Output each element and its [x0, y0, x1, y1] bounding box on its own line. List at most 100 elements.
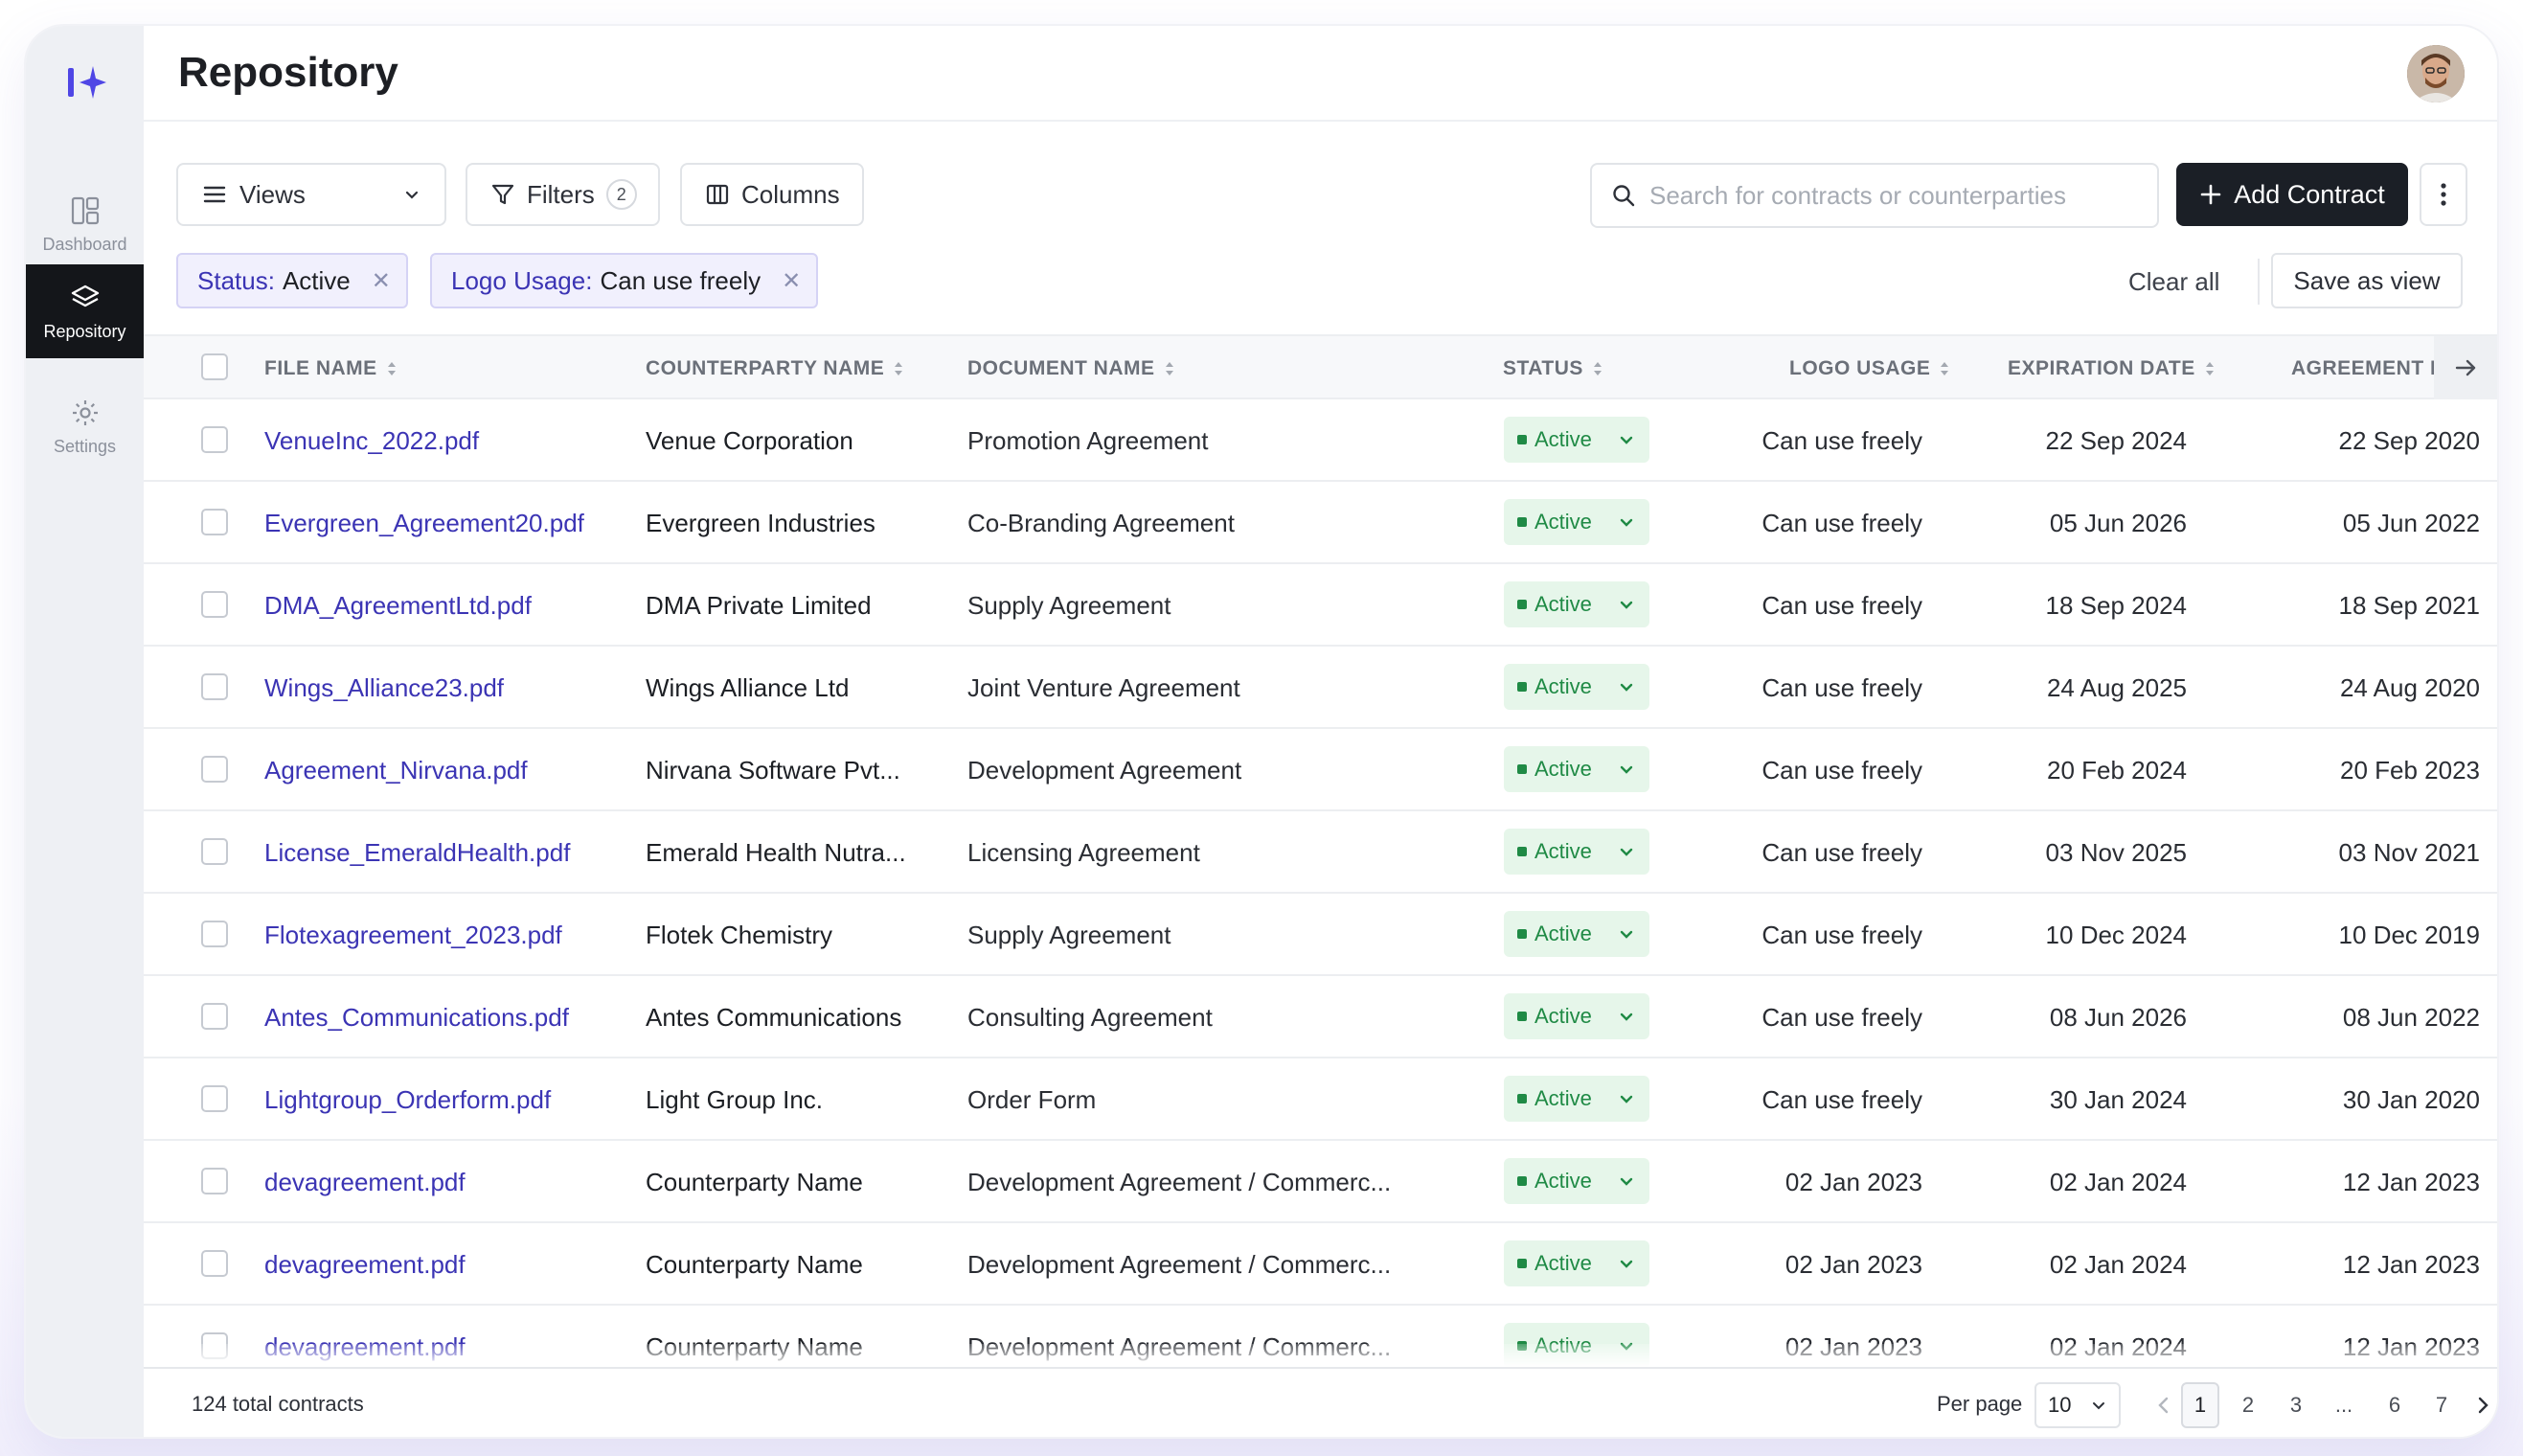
table-row[interactable]: Wings_Alliance23.pdf Wings Alliance Ltd Jo… [144, 647, 2497, 729]
counterparty-name: Evergreen Industries [646, 509, 875, 537]
status-dropdown[interactable]: Active [1504, 1240, 1649, 1286]
prev-page-button[interactable] [2145, 1382, 2183, 1428]
table-row[interactable]: Antes_Communications.pdf Antes Communicat… [144, 976, 2497, 1058]
status-dropdown[interactable]: Active [1504, 746, 1649, 792]
table-row[interactable]: Lightgroup_Orderform.pdf Light Group Inc.… [144, 1058, 2497, 1141]
status-dropdown[interactable]: Active [1504, 911, 1649, 957]
filters-button[interactable]: Filters 2 [466, 163, 660, 226]
chevron-down-icon [1620, 765, 1633, 774]
page-button[interactable]: 6 [2375, 1382, 2414, 1428]
table-row[interactable]: Flotexagreement_2023.pdf Flotek Chemistry… [144, 894, 2497, 976]
row-checkbox[interactable] [201, 1003, 228, 1030]
counterparty-name: Antes Communications [646, 1003, 902, 1032]
row-checkbox[interactable] [201, 509, 228, 535]
search-input[interactable] [1649, 180, 2148, 211]
file-name-link[interactable]: Lightgroup_Orderform.pdf [264, 1085, 551, 1115]
scroll-right-button[interactable] [2434, 336, 2497, 399]
status-dot [1517, 682, 1527, 692]
file-name-link[interactable]: devagreement.pdf [264, 1250, 466, 1280]
chevron-down-icon [1620, 1095, 1633, 1103]
file-name-link[interactable]: DMA_AgreementLtd.pdf [264, 591, 532, 621]
save-as-view-button[interactable]: Save as view [2271, 253, 2463, 308]
column-header-counterparty-name[interactable]: COUNTERPARTY NAME [646, 357, 903, 380]
file-name-link[interactable]: Wings_Alliance23.pdf [264, 673, 504, 703]
counterparty-name: Nirvana Software Pvt... [646, 756, 900, 785]
sidebar-item-dashboard[interactable]: Dashboard [26, 177, 144, 271]
table-row[interactable]: Evergreen_Agreement20.pdf Evergreen Indus… [144, 482, 2497, 564]
file-name-link[interactable]: devagreement.pdf [264, 1168, 466, 1197]
per-page-select[interactable]: 10 [2034, 1382, 2121, 1428]
logo-usage: Can use freely [1762, 426, 1922, 455]
status-dropdown[interactable]: Active [1504, 499, 1649, 545]
row-checkbox[interactable] [201, 921, 228, 947]
status-dropdown[interactable]: Active [1504, 829, 1649, 875]
row-checkbox[interactable] [201, 591, 228, 618]
columns-icon [706, 184, 729, 205]
sidebar-item-repository[interactable]: Repository [26, 264, 144, 358]
file-name-link[interactable]: License_EmeraldHealth.pdf [264, 838, 570, 868]
file-name-link[interactable]: Flotexagreement_2023.pdf [264, 921, 562, 950]
table-row[interactable]: devagreement.pdf Counterparty Name Develop… [144, 1223, 2497, 1306]
row-checkbox[interactable] [201, 1085, 228, 1112]
page-button[interactable]: 7 [2422, 1382, 2461, 1428]
column-header-expiration-date[interactable]: EXPIRATION DATE [2008, 357, 2215, 380]
select-all-checkbox[interactable] [201, 353, 228, 380]
sort-icon [895, 362, 903, 375]
agreement-date: 22 Sep 2020 [2338, 426, 2480, 455]
filter-icon [491, 184, 514, 205]
sidebar-item-settings[interactable]: Settings [26, 379, 144, 473]
logo-usage: Can use freely [1762, 921, 1922, 949]
search-box [1590, 163, 2159, 228]
columns-button[interactable]: Columns [680, 163, 864, 226]
page-button[interactable]: 2 [2229, 1382, 2267, 1428]
table-row[interactable]: VenueInc_2022.pdf Venue Corporation Promot… [144, 399, 2497, 482]
status-dropdown[interactable]: Active [1504, 1076, 1649, 1122]
status-dot [1517, 1012, 1527, 1021]
remove-filter-icon[interactable]: ✕ [372, 267, 391, 295]
user-avatar-icon [2407, 45, 2465, 102]
column-header-document-name[interactable]: DOCUMENT NAME [967, 357, 1174, 380]
gear-icon [72, 399, 98, 425]
column-header-file-name[interactable]: FILE NAME [264, 357, 397, 380]
column-header-status[interactable]: STATUS [1503, 357, 1602, 380]
status-label: Active [1534, 674, 1592, 698]
table-row[interactable]: License_EmeraldHealth.pdf Emerald Health … [144, 811, 2497, 894]
status-dropdown[interactable]: Active [1504, 664, 1649, 710]
avatar[interactable] [2407, 45, 2465, 102]
more-options-button[interactable] [2420, 163, 2467, 226]
table-row[interactable]: devagreement.pdf Counterparty Name Develop… [144, 1141, 2497, 1223]
row-checkbox[interactable] [201, 1250, 228, 1277]
table-row[interactable]: Agreement_Nirvana.pdf Nirvana Software Pv… [144, 729, 2497, 811]
status-dropdown[interactable]: Active [1504, 1158, 1649, 1204]
filter-chip-status[interactable]: Status: Active ✕ [176, 253, 408, 308]
row-checkbox[interactable] [201, 426, 228, 453]
filter-chip-logo-usage[interactable]: Logo Usage: Can use freely ✕ [430, 253, 819, 308]
counterparty-name: Venue Corporation [646, 426, 853, 455]
agreement-date: 10 Dec 2019 [2338, 921, 2480, 949]
status-dropdown[interactable]: Active [1504, 417, 1649, 463]
file-name-link[interactable]: VenueInc_2022.pdf [264, 426, 479, 456]
add-contract-button[interactable]: Add Contract [2176, 163, 2408, 226]
file-name-link[interactable]: Antes_Communications.pdf [264, 1003, 569, 1033]
page-button[interactable]: 1 [2181, 1382, 2219, 1428]
row-checkbox[interactable] [201, 1168, 228, 1194]
status-dropdown[interactable]: Active [1504, 581, 1649, 627]
row-checkbox[interactable] [201, 673, 228, 700]
row-checkbox[interactable] [201, 838, 228, 865]
expiration-date: 30 Jan 2024 [2049, 1085, 2187, 1114]
column-header-logo-usage[interactable]: LOGO USAGE [1789, 357, 1949, 380]
table-row[interactable]: DMA_AgreementLtd.pdf DMA Private Limited S… [144, 564, 2497, 647]
row-checkbox[interactable] [201, 756, 228, 783]
remove-filter-icon[interactable]: ✕ [782, 267, 801, 295]
chevron-down-icon [1620, 436, 1633, 444]
clear-all-button[interactable]: Clear all [2128, 267, 2219, 297]
expiration-date: 08 Jun 2026 [2049, 1003, 2187, 1032]
next-page-button[interactable] [2464, 1382, 2497, 1428]
file-name-link[interactable]: Agreement_Nirvana.pdf [264, 756, 528, 785]
file-name-link[interactable]: Evergreen_Agreement20.pdf [264, 509, 584, 538]
views-dropdown[interactable]: Views [176, 163, 446, 226]
page-button[interactable]: 3 [2277, 1382, 2315, 1428]
status-dropdown[interactable]: Active [1504, 993, 1649, 1039]
status-label: Active [1534, 427, 1592, 451]
chevron-left-icon [2158, 1397, 2169, 1414]
